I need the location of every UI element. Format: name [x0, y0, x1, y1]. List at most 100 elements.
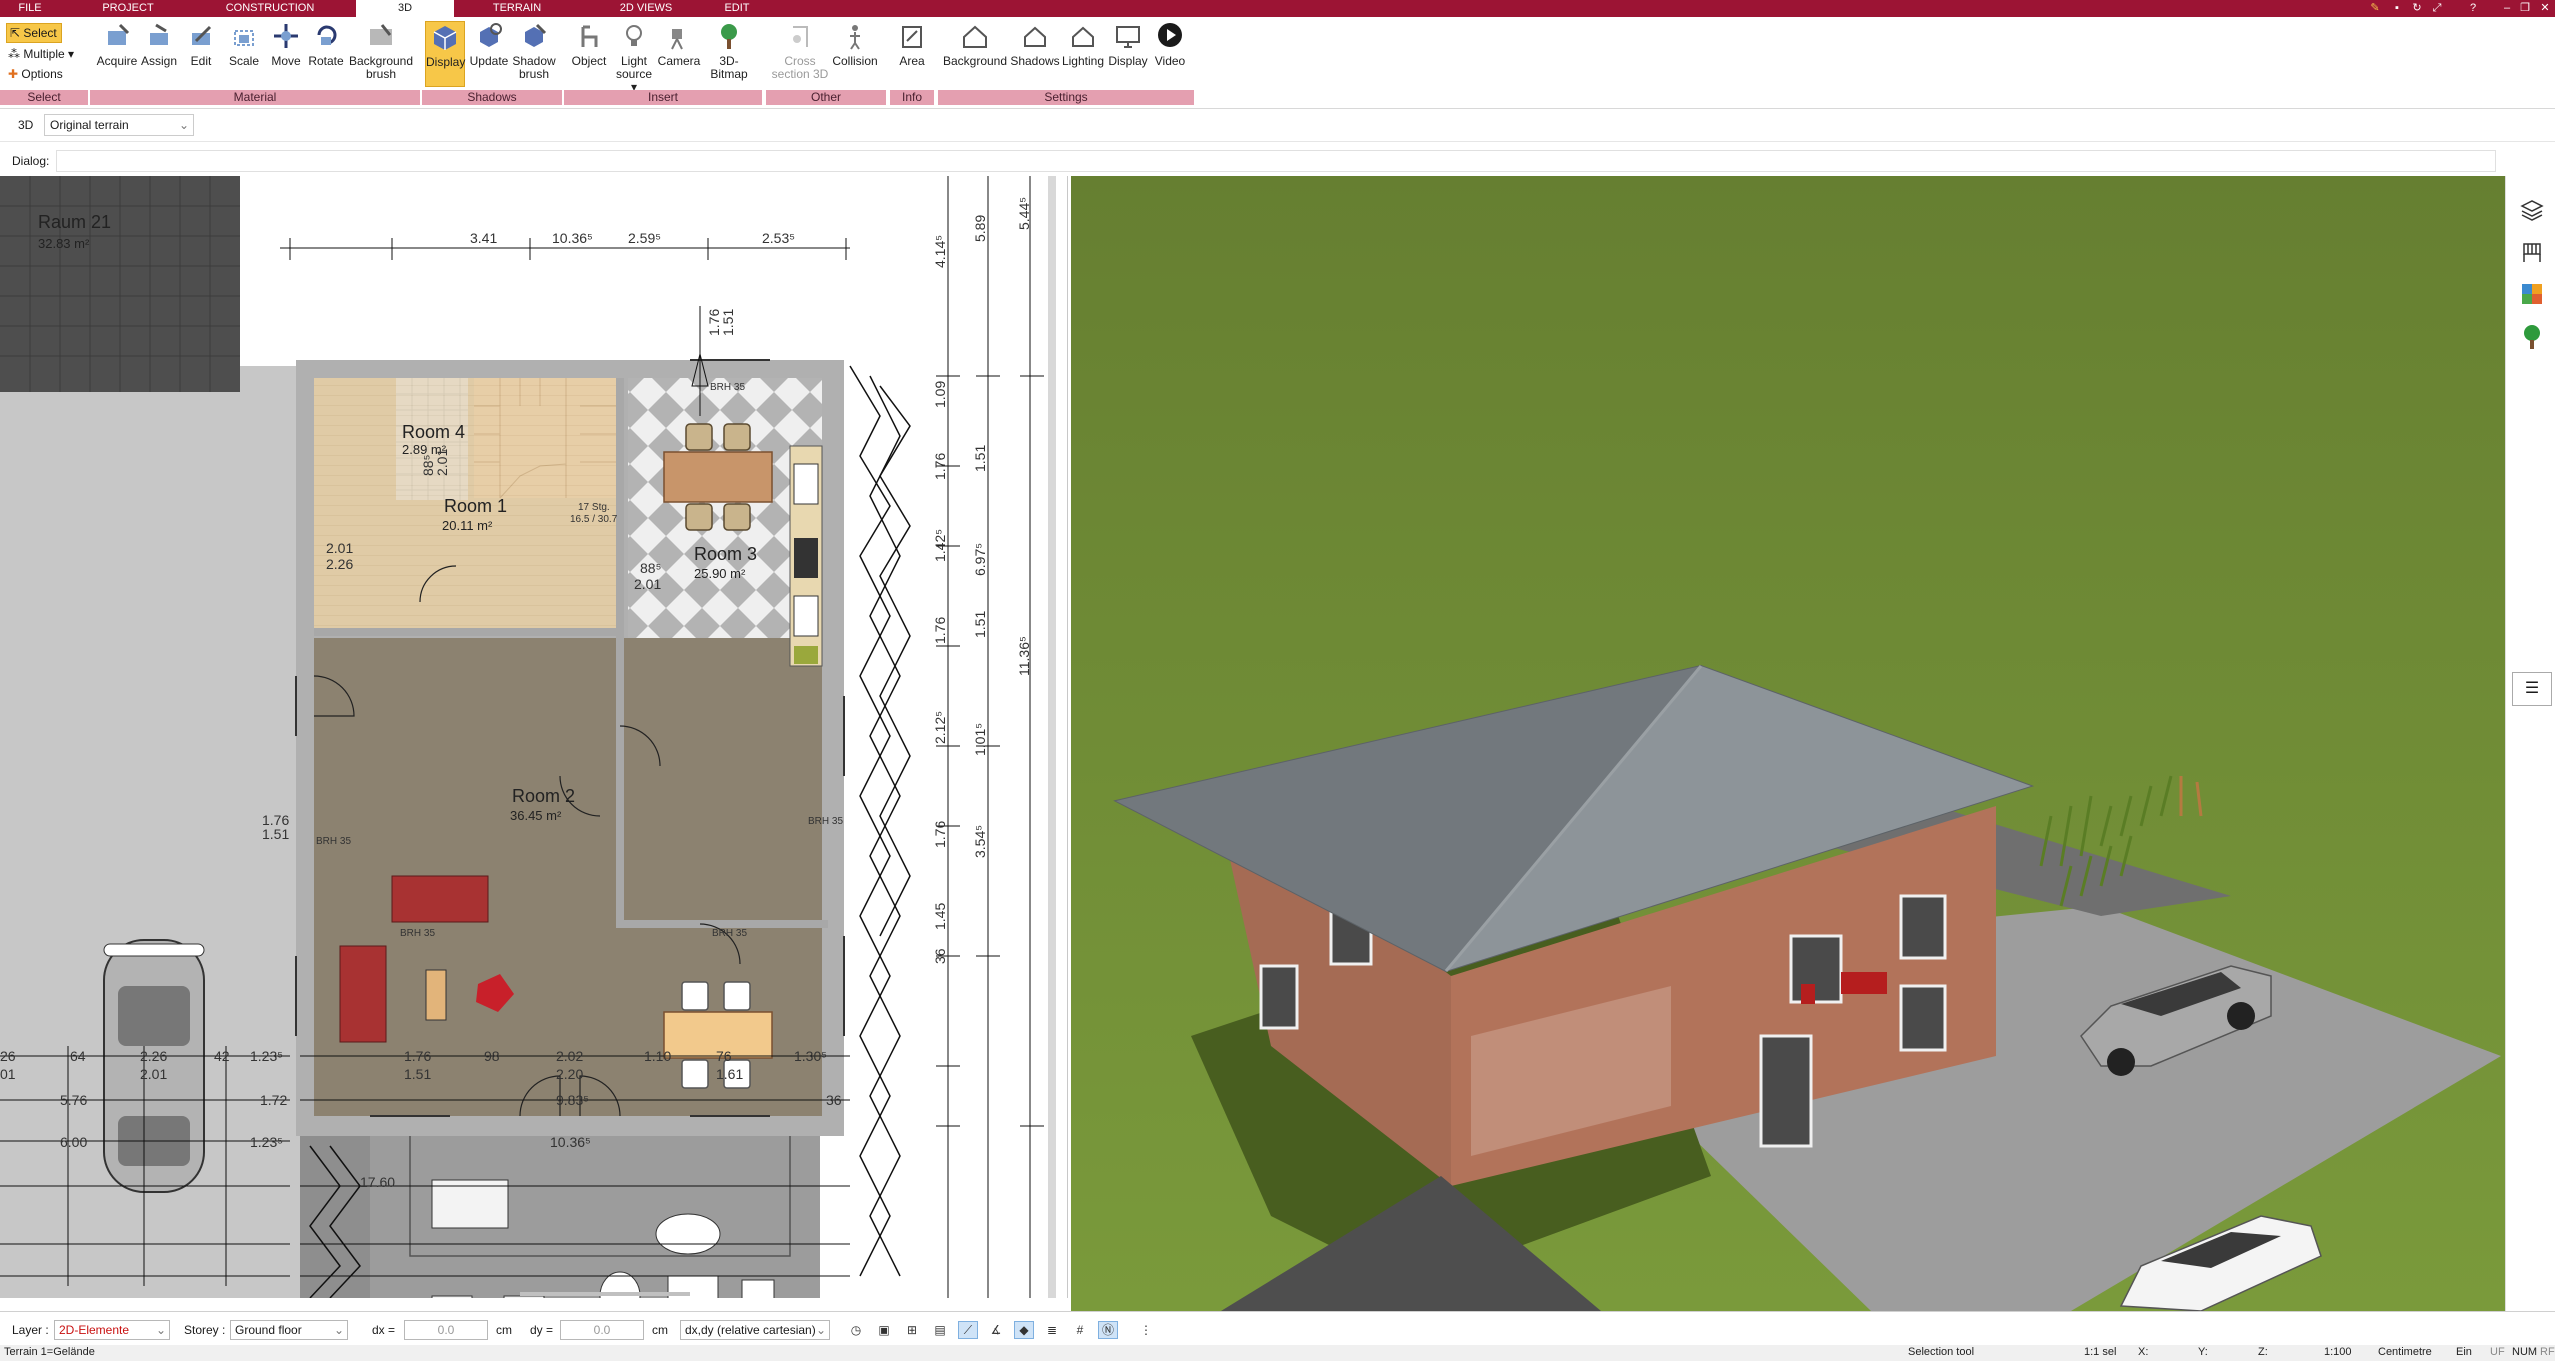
plants-icon[interactable]: [2520, 324, 2544, 350]
move-icon: [274, 24, 298, 48]
options-button[interactable]: ✚ Options: [8, 65, 63, 83]
grid-icon[interactable]: #: [1070, 1321, 1090, 1339]
patio-sofa: [655, 1213, 721, 1255]
tab-file[interactable]: FILE: [0, 0, 60, 17]
dialog-field[interactable]: [56, 150, 2496, 172]
sync-icon[interactable]: ↻: [2410, 1, 2424, 15]
shadow-brush-button[interactable]: Shadow brush: [510, 21, 558, 81]
layers-icon[interactable]: [2520, 198, 2544, 222]
window-restore-icon[interactable]: ❐: [2518, 1, 2532, 15]
hamburger-menu-icon[interactable]: ☰: [2512, 672, 2552, 706]
lighting-button[interactable]: Lighting: [1060, 21, 1106, 68]
camera-button[interactable]: Camera: [656, 21, 702, 68]
status-scale-sel: 1:1 sel: [2084, 1346, 2117, 1358]
room-label: Raum 21: [38, 212, 112, 232]
shadows-settings-button[interactable]: Shadows: [1010, 21, 1060, 68]
expand-icon[interactable]: ⤢: [2430, 1, 2444, 15]
dimension-label: 10.36⁵: [550, 1134, 591, 1150]
menu-bar: FILE PROJECT CONSTRUCTION 3D TERRAIN 2D …: [0, 0, 2555, 17]
paint-bucket-icon: [150, 23, 168, 45]
brush-icon: [370, 24, 392, 45]
tab-terrain[interactable]: TERRAIN: [482, 0, 552, 17]
camera-view-icon[interactable]: ▤: [930, 1321, 950, 1339]
window-sill-label: BRH 35: [316, 836, 352, 847]
materials-icon[interactable]: [2520, 282, 2544, 306]
plan-horizontal-scrollbar[interactable]: [520, 1292, 690, 1296]
north-icon[interactable]: Ⓝ: [1098, 1321, 1118, 1339]
move-button[interactable]: Move: [266, 21, 306, 68]
floor-plan-drawing: [0, 176, 1056, 1298]
dy-input[interactable]: 0.0: [560, 1320, 644, 1340]
snap-grid-icon[interactable]: ⊞: [902, 1321, 922, 1339]
clock-icon[interactable]: ◷: [846, 1321, 866, 1339]
angle-icon[interactable]: ∡: [986, 1321, 1006, 1339]
dimension-label: 1.72: [260, 1092, 288, 1108]
video-button[interactable]: Video: [1150, 21, 1190, 68]
ortho-icon[interactable]: ⟋: [958, 1321, 978, 1339]
multiple-button[interactable]: ⁂ Multiple ▾: [8, 45, 74, 63]
minimize-ribbon-icon[interactable]: ▪: [2390, 1, 2404, 15]
assign-button[interactable]: Assign: [138, 21, 180, 68]
select-button[interactable]: ⇱ Select: [6, 23, 62, 43]
hedge-right: [849, 365, 911, 1277]
dimension-label: 10.36⁵: [552, 230, 593, 246]
terrain-dropdown[interactable]: Original terrain ⌄: [44, 114, 194, 136]
floor-plan-view[interactable]: Raum 21 32.83 m² Room 4 2.89 m² Room 1 2…: [0, 176, 1068, 1298]
room-label: Room 4: [402, 422, 466, 442]
dimension-label: 1.42⁵: [932, 528, 948, 562]
coordinate-mode-dropdown[interactable]: dx,dy (relative cartesian) ⌄: [680, 1320, 830, 1340]
room-area: 36.45 m²: [510, 808, 562, 823]
window-close-icon[interactable]: ✕: [2538, 1, 2552, 15]
rotate-button[interactable]: Rotate: [306, 21, 346, 68]
3d-bitmap-button[interactable]: 3D-Bitmap: [702, 21, 756, 81]
storey-label: Storey :: [184, 1323, 226, 1337]
tab-2d-views[interactable]: 2D VIEWS: [606, 0, 686, 17]
dimension-label: 2.26: [140, 1048, 168, 1064]
house-background-icon: [963, 25, 987, 48]
dimension-label: 4.14⁵: [932, 234, 948, 268]
background-button[interactable]: Background: [942, 21, 1008, 68]
tab-edit[interactable]: EDIT: [712, 0, 762, 17]
layer-dropdown[interactable]: 2D-Elemente ⌄: [54, 1320, 170, 1340]
dimension-label: 1.76: [932, 616, 948, 644]
play-icon: [1158, 23, 1182, 47]
tools-icon[interactable]: ✎: [2368, 1, 2382, 15]
group-settings-label: Settings: [938, 90, 1194, 105]
background-brush-button[interactable]: Background brush: [348, 21, 414, 81]
display-shadows-button[interactable]: Display: [425, 21, 465, 87]
acquire-button[interactable]: Acquire: [94, 21, 140, 68]
plan-vertical-scrollbar[interactable]: [1048, 176, 1056, 1298]
window-minimize-icon[interactable]: –: [2500, 1, 2514, 15]
tab-3d[interactable]: 3D: [356, 0, 454, 17]
display-settings-button[interactable]: Display: [1106, 21, 1150, 68]
edit-material-button[interactable]: Edit: [182, 21, 220, 68]
dimension-label: 11.36⁵: [1016, 636, 1032, 676]
coffee-table: [425, 969, 447, 1021]
tab-project[interactable]: PROJECT: [88, 0, 168, 17]
cross-section-3d-button[interactable]: Cross section 3D: [770, 21, 830, 81]
tab-construction[interactable]: CONSTRUCTION: [220, 0, 320, 17]
hatch-icon[interactable]: ≣: [1042, 1321, 1062, 1339]
dimension-label: 1.51: [720, 308, 736, 336]
help-icon[interactable]: ?: [2466, 1, 2480, 15]
pencil-icon: [192, 25, 212, 45]
dx-input[interactable]: 0.0: [404, 1320, 488, 1340]
area-button[interactable]: Area: [893, 21, 931, 68]
more-icon[interactable]: ⋮: [1136, 1321, 1156, 1339]
status-terrain: Terrain 1=Gelände: [4, 1346, 95, 1358]
collision-button[interactable]: Collision: [830, 21, 880, 68]
light-source-button[interactable]: Light source ▾: [612, 21, 656, 94]
dimension-label: 1.76: [932, 452, 948, 480]
snap-icon[interactable]: ▣: [874, 1321, 894, 1339]
status-z: Z:: [2258, 1346, 2268, 1358]
3d-view[interactable]: [1071, 176, 2505, 1311]
furniture-icon[interactable]: [2520, 240, 2544, 264]
update-shadows-button[interactable]: Update: [468, 21, 510, 68]
chevron-down-icon: ⌄: [178, 118, 189, 132]
object-button[interactable]: Object: [568, 21, 610, 68]
scale-button[interactable]: Scale: [224, 21, 264, 68]
storey-dropdown[interactable]: Ground floor ⌄: [230, 1320, 348, 1340]
object-snap-icon[interactable]: ◆: [1014, 1321, 1034, 1339]
view-toolbar: 3D Original terrain ⌄: [0, 110, 2555, 142]
cursor-icon: ⇱: [10, 26, 21, 40]
